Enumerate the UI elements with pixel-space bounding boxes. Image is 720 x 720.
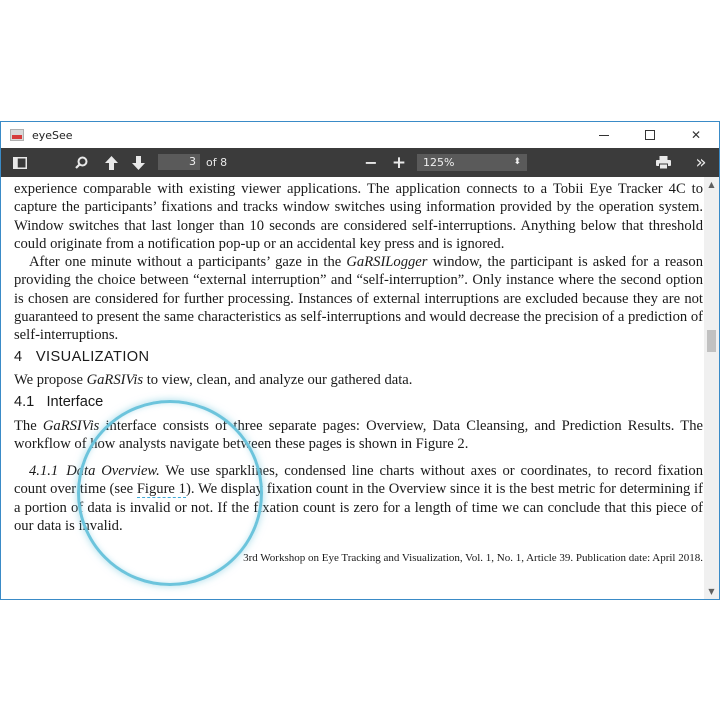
pdf-viewer-window: eyeSee ✕ 3 of 8 − + 125% ⬍ » experience …	[0, 121, 720, 600]
text-span: We propose	[14, 371, 87, 388]
scroll-down-button[interactable]: ▼	[704, 584, 719, 599]
maximize-button[interactable]	[627, 122, 673, 148]
subsection-number: 4.1	[14, 394, 35, 411]
double-chevron-right-icon: »	[695, 152, 707, 173]
subsection-title: Interface	[46, 394, 104, 411]
page-number-input[interactable]: 3	[158, 154, 200, 170]
arrow-down-icon	[131, 155, 145, 170]
italic-term: GaRSIVis	[42, 417, 100, 434]
close-button[interactable]: ✕	[673, 122, 719, 148]
text-span: interface consists of three separate pag…	[14, 417, 703, 452]
next-page-button[interactable]	[128, 148, 148, 177]
search-icon	[74, 156, 87, 169]
zoom-in-button[interactable]: +	[389, 148, 409, 177]
zoom-out-icon: −	[364, 153, 378, 172]
text-span: After one minute without a participants’…	[29, 254, 347, 271]
printer-icon	[655, 156, 671, 169]
page-footer: 3rd Workshop on Eye Tracking and Visuali…	[243, 552, 703, 565]
minimize-icon	[599, 134, 609, 136]
figure-1-link[interactable]: Figure 1	[136, 481, 186, 499]
pdf-toolbar: 3 of 8 − + 125% ⬍ »	[1, 148, 719, 177]
zoom-value: 125%	[423, 156, 455, 169]
minimize-button[interactable]	[581, 122, 627, 148]
paragraph-1: experience comparable with existing view…	[14, 181, 703, 252]
paragraph-4: The GaRSIVis interface consists of three…	[14, 417, 703, 454]
page-total-label: of 8	[206, 156, 228, 169]
pdf-app-icon	[10, 129, 24, 141]
section-number: 4	[14, 348, 23, 365]
more-tools-button[interactable]: »	[691, 148, 711, 177]
paragraph-2: After one minute without a participants’…	[14, 253, 703, 344]
search-button[interactable]	[71, 148, 91, 177]
document-viewport[interactable]: experience comparable with existing view…	[1, 177, 704, 599]
title-bar: eyeSee ✕	[1, 122, 719, 148]
zoom-out-button[interactable]: −	[361, 148, 381, 177]
zoom-select[interactable]: 125% ⬍	[417, 154, 527, 171]
window-title: eyeSee	[32, 128, 73, 142]
subsubsection-title: Data Overview.	[66, 463, 160, 480]
scroll-up-button[interactable]: ▲	[704, 177, 719, 192]
window-controls: ✕	[581, 122, 719, 148]
chevron-up-down-icon: ⬍	[513, 157, 521, 167]
caret-down-icon: ▼	[708, 587, 715, 596]
maximize-icon	[645, 130, 655, 140]
text-span: to view, clean, and analyze our gathered…	[143, 371, 413, 388]
sidebar-toggle-icon	[13, 156, 27, 169]
italic-term: GaRSILogger	[346, 254, 428, 271]
italic-term: GaRSIVis	[86, 371, 144, 388]
paragraph-3: We propose GaRSIVis to view, clean, and …	[14, 371, 703, 389]
text-span: The	[14, 417, 43, 434]
vertical-scrollbar[interactable]: ▲ ▼	[704, 177, 719, 599]
print-button[interactable]	[653, 148, 673, 177]
subsection-heading: 4.1 Interface	[14, 393, 703, 411]
arrow-up-icon	[104, 155, 118, 170]
subsubsection-number: 4.1.1	[29, 463, 59, 480]
pdf-page: experience comparable with existing view…	[14, 180, 703, 568]
section-title: VISUALIZATION	[35, 348, 150, 365]
close-icon: ✕	[690, 128, 702, 142]
section-heading: 4 VISUALIZATION	[14, 348, 703, 366]
scrollbar-thumb[interactable]	[707, 330, 716, 352]
previous-page-button[interactable]	[101, 148, 121, 177]
paragraph-5: 4.1.1 Data Overview. We use sparklines, c…	[14, 462, 703, 535]
zoom-in-icon: +	[391, 152, 407, 173]
caret-up-icon: ▲	[708, 180, 715, 189]
sidebar-toggle-button[interactable]	[9, 148, 31, 177]
